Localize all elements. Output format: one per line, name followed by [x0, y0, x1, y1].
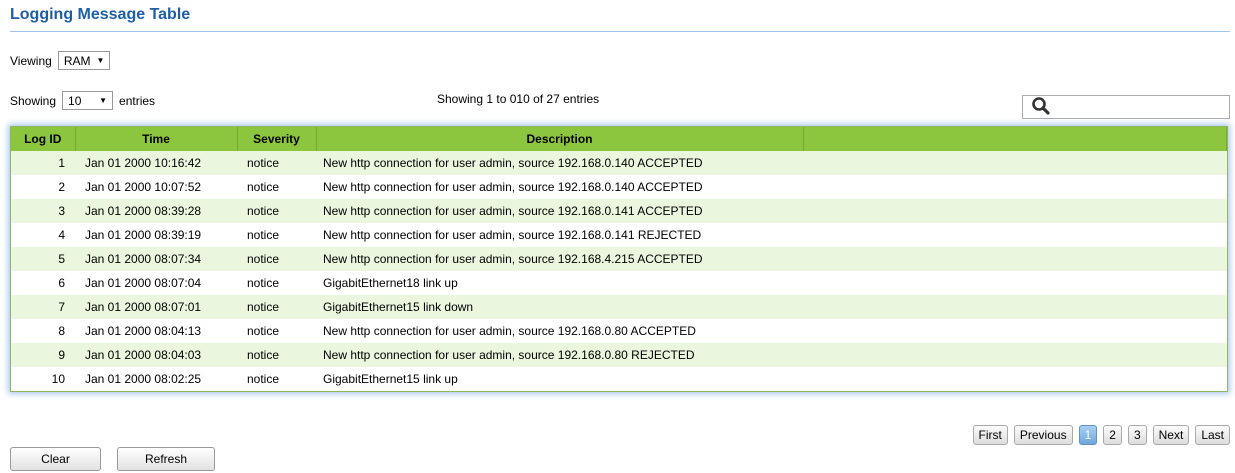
time-cell: Jan 01 2000 08:39:19	[85, 228, 202, 242]
time-cell: Jan 01 2000 08:04:03	[85, 348, 202, 362]
first-page-button[interactable]: First	[972, 425, 1008, 445]
chevron-down-icon: ▼	[99, 96, 108, 105]
entries-select-value: 10	[68, 93, 82, 108]
entries-prefix: Showing	[10, 93, 57, 108]
description-cell: New http connection for user admin, sour…	[323, 324, 696, 338]
refresh-button[interactable]: Refresh	[117, 447, 215, 471]
table-row[interactable]: 9 Jan 01 2000 08:04:03 notice New http conn…	[11, 343, 1227, 367]
time-cell: Jan 01 2000 08:07:34	[85, 252, 202, 266]
log-id-cell: 10	[51, 372, 65, 386]
log-id-cell: 2	[58, 180, 65, 194]
clear-button[interactable]: Clear	[10, 447, 101, 471]
log-id-cell: 3	[58, 204, 65, 218]
description-cell: New http connection for user admin, sour…	[323, 156, 703, 170]
table-info: Showing 1 to 010 of 27 entries	[437, 92, 600, 106]
previous-page-button[interactable]: Previous	[1013, 425, 1073, 445]
severity-cell: notice	[247, 204, 280, 218]
log-id-cell: 7	[58, 300, 65, 314]
page-button-3[interactable]: 3	[1127, 425, 1147, 445]
pagination: First Previous 1 2 3 Next Last	[972, 425, 1230, 445]
page-button-1[interactable]: 1	[1078, 425, 1098, 445]
next-page-button[interactable]: Next	[1152, 425, 1190, 445]
log-id-cell: 8	[58, 324, 65, 338]
title-divider	[10, 31, 1230, 32]
row-spacer-cell	[803, 199, 1227, 223]
table-row[interactable]: 5 Jan 01 2000 08:07:34 notice New http conn…	[11, 247, 1227, 271]
column-header-severity[interactable]: Severity	[236, 127, 317, 151]
table-row[interactable]: 1 Jan 01 2000 10:16:42 notice New http conn…	[11, 151, 1227, 175]
time-cell: Jan 01 2000 08:07:01	[85, 300, 202, 314]
row-spacer-cell	[803, 151, 1227, 175]
page-title: Logging Message Table	[10, 6, 191, 23]
entries-suffix: entries	[119, 93, 156, 108]
description-cell: GigabitEthernet15 link down	[323, 300, 474, 314]
time-cell: Jan 01 2000 08:04:13	[85, 324, 202, 338]
page-button-2[interactable]: 2	[1103, 425, 1122, 445]
table-row[interactable]: 4 Jan 01 2000 08:39:19 notice New http conn…	[11, 223, 1227, 247]
row-spacer-cell	[803, 223, 1227, 247]
row-spacer-cell	[803, 175, 1227, 199]
row-spacer-cell	[803, 295, 1227, 319]
chevron-down-icon: ▼	[96, 56, 105, 65]
severity-cell: notice	[247, 180, 280, 194]
search-icon	[1032, 97, 1050, 115]
severity-cell: notice	[247, 324, 280, 338]
description-cell: New http connection for user admin, sour…	[323, 180, 703, 194]
time-cell: Jan 01 2000 08:39:28	[85, 204, 202, 218]
time-cell: Jan 01 2000 08:02:25	[85, 372, 202, 386]
table-row[interactable]: 3 Jan 01 2000 08:39:28 notice New http conn…	[11, 199, 1227, 223]
description-cell: GigabitEthernet15 link up	[323, 372, 458, 386]
description-cell: GigabitEthernet18 link up	[323, 276, 458, 290]
viewing-control: Viewing RAM ▼	[10, 51, 111, 70]
log-table: Log ID Time Severity Description 1 Jan 01…	[11, 127, 1227, 391]
table-row[interactable]: 7 Jan 01 2000 08:07:01 notice GigabitEthern…	[11, 295, 1227, 319]
severity-cell: notice	[247, 372, 280, 386]
log-id-cell: 6	[58, 276, 65, 290]
severity-cell: notice	[247, 228, 280, 242]
table-body: 1 Jan 01 2000 10:16:42 notice New http conn…	[11, 151, 1227, 391]
last-page-button[interactable]: Last	[1195, 425, 1230, 445]
severity-cell: notice	[247, 276, 280, 290]
row-spacer-cell	[803, 271, 1227, 295]
table-row[interactable]: 6 Jan 01 2000 08:07:04 notice GigabitEthern…	[11, 271, 1227, 295]
column-header-time[interactable]: Time	[74, 127, 238, 151]
entries-control: Showing 10 ▼ entries	[10, 91, 155, 110]
severity-cell: notice	[247, 348, 280, 362]
time-cell: Jan 01 2000 10:07:52	[85, 180, 202, 194]
column-header-description[interactable]: Description	[315, 127, 804, 151]
severity-cell: notice	[247, 252, 280, 266]
log-table-container: Log ID Time Severity Description 1 Jan 01…	[10, 126, 1228, 392]
description-cell: New http connection for user admin, sour…	[323, 348, 695, 362]
time-cell: Jan 01 2000 08:07:04	[85, 276, 202, 290]
table-header-row: Log ID Time Severity Description	[11, 127, 1227, 151]
severity-cell: notice	[247, 156, 280, 170]
table-row[interactable]: 10 Jan 01 2000 08:02:25 notice GigabitEther…	[11, 367, 1227, 391]
severity-cell: notice	[247, 300, 280, 314]
row-spacer-cell	[803, 343, 1227, 367]
row-spacer-cell	[803, 319, 1227, 343]
column-header-log-id[interactable]: Log ID	[11, 127, 76, 151]
viewing-select-value: RAM	[63, 53, 91, 68]
column-header-spacer	[802, 127, 1227, 151]
time-cell: Jan 01 2000 10:16:42	[85, 156, 202, 170]
viewing-select[interactable]: RAM ▼	[57, 51, 111, 70]
log-id-cell: 9	[58, 348, 65, 362]
description-cell: New http connection for user admin, sour…	[323, 228, 702, 242]
row-spacer-cell	[803, 367, 1227, 391]
table-row[interactable]: 8 Jan 01 2000 08:04:13 notice New http conn…	[11, 319, 1227, 343]
log-id-cell: 5	[58, 252, 65, 266]
description-cell: New http connection for user admin, sour…	[323, 252, 703, 266]
description-cell: New http connection for user admin, sour…	[323, 204, 703, 218]
entries-select[interactable]: 10 ▼	[62, 91, 114, 110]
viewing-label: Viewing	[10, 53, 52, 68]
row-spacer-cell	[803, 247, 1227, 271]
table-row[interactable]: 2 Jan 01 2000 10:07:52 notice New http conn…	[11, 175, 1227, 199]
search-input[interactable]	[1022, 95, 1230, 119]
log-id-cell: 4	[58, 228, 65, 242]
log-id-cell: 1	[58, 156, 65, 170]
